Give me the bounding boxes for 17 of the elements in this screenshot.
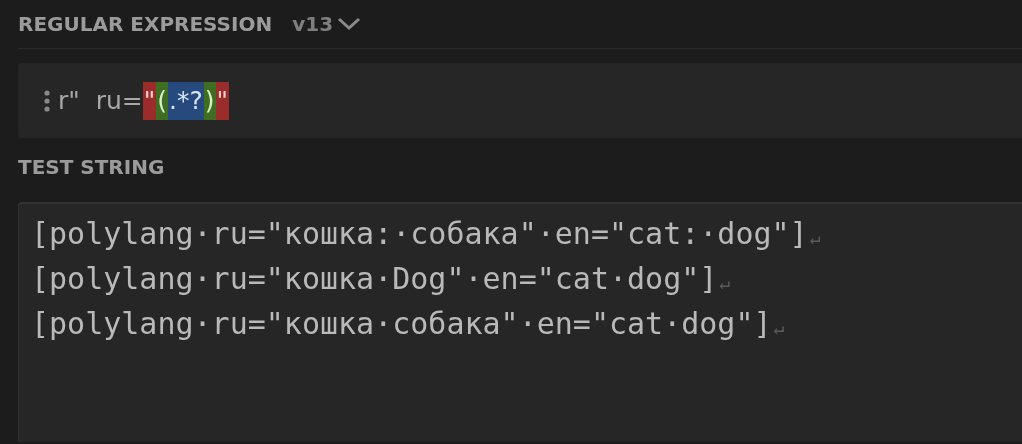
section-title: TEST STRING xyxy=(18,155,165,179)
test-string-line: [polylang·ru="кошка·собака"·en="cat·dog"] xyxy=(31,306,772,341)
section-title: REGULAR EXPRESSION xyxy=(18,12,273,36)
test-string-field[interactable]: [polylang·ru="кошка:·собака"·en="cat:·dog"]↵ [polylang·ru="кошка·Dog"·en="cat·dog"]↵ [polylang·ru="кошка·собака"·en="cat·dog"]↵ xyxy=(18,202,1022,442)
line-end-mark: ↵ xyxy=(773,317,785,338)
line-end-mark: ↵ xyxy=(809,227,821,248)
line-end-mark: ↵ xyxy=(719,272,731,293)
regex-quantifier-token: .*? xyxy=(168,81,204,120)
test-string-line: [polylang·ru="кошка·Dog"·en="cat·dog"] xyxy=(31,261,718,296)
regex-text: r" ru= xyxy=(58,84,143,117)
regex-field[interactable]: r" ru="(.*?)" xyxy=(18,63,1022,138)
regex-quote-token: " xyxy=(142,81,157,120)
regex-group-token: ( xyxy=(156,81,168,120)
test-string-line: [polylang·ru="кошка:·собака"·en="cat:·dog"] xyxy=(31,216,808,251)
chevron-down-icon xyxy=(337,17,362,31)
drag-handle-icon xyxy=(44,89,50,112)
version-dropdown[interactable]: v13 xyxy=(292,12,362,36)
